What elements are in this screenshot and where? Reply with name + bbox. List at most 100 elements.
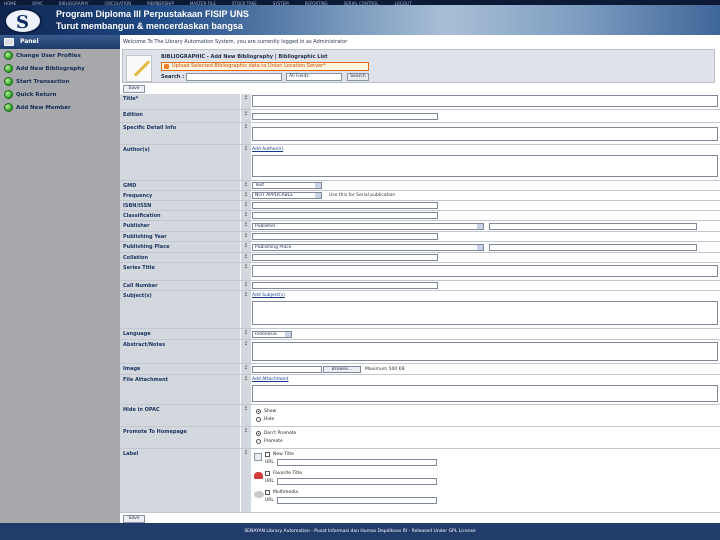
bibliography-form: Title*: Edition: Specific Detail Info: A… xyxy=(120,94,720,513)
form-row-title: Title*: xyxy=(120,94,720,110)
sidebar-item-quick-return[interactable]: Quick Return xyxy=(0,88,120,101)
new-title-checkbox[interactable] xyxy=(265,452,270,457)
field-label: Language xyxy=(120,329,240,339)
form-row-abstract: Abstract/Notes: xyxy=(120,340,720,364)
form-row-publishing-year: Publishing Year: xyxy=(120,232,720,242)
footer: SENAYAN Library Automation - Pusat Infor… xyxy=(0,523,720,540)
form-row-isbn: ISBN/ISSN: xyxy=(120,201,720,211)
promote-label: Promote xyxy=(264,439,283,444)
arrow-circle-icon xyxy=(4,103,13,112)
sidebar-item-add-new-member[interactable]: Add New Member xyxy=(0,101,120,114)
dont-promote-radio[interactable] xyxy=(256,431,261,436)
save-button-bottom[interactable]: Save xyxy=(123,515,145,523)
form-row-specific-detail: Specific Detail Info: xyxy=(120,123,720,145)
series-title-textarea[interactable] xyxy=(252,265,718,277)
edit-icon xyxy=(126,55,152,82)
heart-icon xyxy=(254,472,263,479)
form-row-subjects: Subject(s): Add Subject(s) xyxy=(120,291,720,329)
sidebar-item-start-transaction[interactable]: Start Transaction xyxy=(0,75,120,88)
sidebar: Panel Change User Profiles Add New Bibli… xyxy=(0,35,120,523)
form-row-publishing-place: Publishing Place: Publishing Place xyxy=(120,242,720,253)
form-row-hide-opac: Hide in OPAC: Show Hide xyxy=(120,405,720,427)
show-radio[interactable] xyxy=(256,409,261,414)
call-number-input[interactable] xyxy=(252,282,438,289)
field-label: Collation xyxy=(120,253,240,262)
field-label: Image xyxy=(120,364,240,374)
collation-input[interactable] xyxy=(252,254,438,261)
form-row-image: Image: Browse... Maximum 500 KB xyxy=(120,364,720,375)
form-row-language: Language: Indonesia xyxy=(120,329,720,340)
title-textarea[interactable] xyxy=(252,95,718,107)
edition-input[interactable] xyxy=(252,113,438,120)
field-label: ISBN/ISSN xyxy=(120,201,240,210)
site-title: Program Diploma III Perpustakaan FISIP U… xyxy=(56,9,249,19)
classification-input[interactable] xyxy=(252,212,438,219)
welcome-message: Welcome To The Library Automation System… xyxy=(123,39,348,45)
form-row-label: Label: New Title URL Favorite Title URL … xyxy=(120,449,720,513)
isbn-input[interactable] xyxy=(252,202,438,209)
logo-letter: S xyxy=(16,12,29,33)
form-row-frequency: Frequency: NOT APPLICABLE Use this for Se… xyxy=(120,191,720,201)
sidebar-item-label: Change User Profiles xyxy=(16,52,81,59)
subjects-list-box xyxy=(252,301,718,325)
favorite-title-checkbox[interactable] xyxy=(265,471,270,476)
sidebar-item-label: Add New Bibliography xyxy=(16,65,85,72)
multimedia-url-input[interactable] xyxy=(277,497,437,504)
favorite-title-label: Favorite Title xyxy=(273,471,303,476)
form-row-call-number: Call Number: xyxy=(120,281,720,291)
sidebar-item-label: Start Transaction xyxy=(16,78,70,85)
hide-radio[interactable] xyxy=(256,417,261,422)
multimedia-icon xyxy=(254,491,264,498)
promote-radio[interactable] xyxy=(256,439,261,444)
sidebar-item-change-user-profiles[interactable]: Change User Profiles xyxy=(0,49,120,62)
abstract-textarea[interactable] xyxy=(252,342,718,361)
favorite-title-url-input[interactable] xyxy=(277,478,437,485)
multimedia-checkbox[interactable] xyxy=(265,490,270,495)
add-authors-link[interactable]: Add Author(s) xyxy=(252,147,283,152)
field-label: Edition xyxy=(120,110,240,122)
logo: S xyxy=(4,8,42,34)
upload-union-button[interactable]: Upload Selected Bibliographic data to Un… xyxy=(161,62,369,71)
form-row-gmd: GMD: Text xyxy=(120,181,720,191)
form-row-promote: Promote To Homepage: Don't Promote Promo… xyxy=(120,427,720,449)
arrow-circle-icon xyxy=(4,90,13,99)
language-select[interactable]: Indonesia xyxy=(252,331,292,338)
field-label: Classification xyxy=(120,211,240,220)
sidebar-item-add-new-bibliography[interactable]: Add New Bibliography xyxy=(0,62,120,75)
bibliography-toolbar: BIBLIOGRAPHIC - Add New Bibliography | B… xyxy=(122,49,715,83)
arrow-circle-icon xyxy=(4,64,13,73)
image-file-input[interactable] xyxy=(252,366,322,373)
gmd-select[interactable]: Text xyxy=(252,182,322,189)
field-label: Promote To Homepage xyxy=(120,427,240,448)
new-title-url-input[interactable] xyxy=(277,459,437,466)
add-subjects-link[interactable]: Add Subject(s) xyxy=(252,293,285,298)
add-attachment-link[interactable]: Add Attachment xyxy=(252,377,289,382)
publisher-search-input[interactable] xyxy=(489,223,697,230)
frequency-select[interactable]: NOT APPLICABLE xyxy=(252,192,322,199)
field-label: Publishing Year xyxy=(120,232,240,241)
publishing-place-select[interactable]: Publishing Place xyxy=(252,244,484,251)
show-radio-label: Show xyxy=(264,409,277,414)
panel-header: Panel xyxy=(0,35,120,49)
search-input[interactable] xyxy=(186,73,282,81)
multimedia-label: Multimedia xyxy=(273,490,299,495)
search-button[interactable]: Search xyxy=(347,73,369,81)
browse-button[interactable]: Browse... xyxy=(323,366,361,373)
header: S Program Diploma III Perpustakaan FISIP… xyxy=(0,5,720,35)
url-label: URL xyxy=(265,460,274,465)
panel-title: Panel xyxy=(20,38,39,45)
save-button-top[interactable]: Save xyxy=(123,85,145,93)
publisher-select[interactable]: Publisher xyxy=(252,223,484,230)
box-title[interactable]: BIBLIOGRAPHIC - Add New Bibliography | B… xyxy=(161,54,328,60)
field-label: Subject(s) xyxy=(120,291,240,328)
site-subtitle: Turut membangun & mencerdaskan bangsa xyxy=(56,21,243,31)
publishing-place-search-input[interactable] xyxy=(489,244,697,251)
publishing-year-input[interactable] xyxy=(252,233,438,240)
search-field-select[interactable]: All Fields xyxy=(286,73,342,81)
field-label: Publisher xyxy=(120,221,240,231)
specific-detail-textarea[interactable] xyxy=(252,127,718,141)
field-label: Author(s) xyxy=(120,145,240,180)
form-row-collation: Collation: xyxy=(120,253,720,263)
field-label: File Attachment xyxy=(120,375,240,404)
url-label: URL xyxy=(265,498,274,503)
